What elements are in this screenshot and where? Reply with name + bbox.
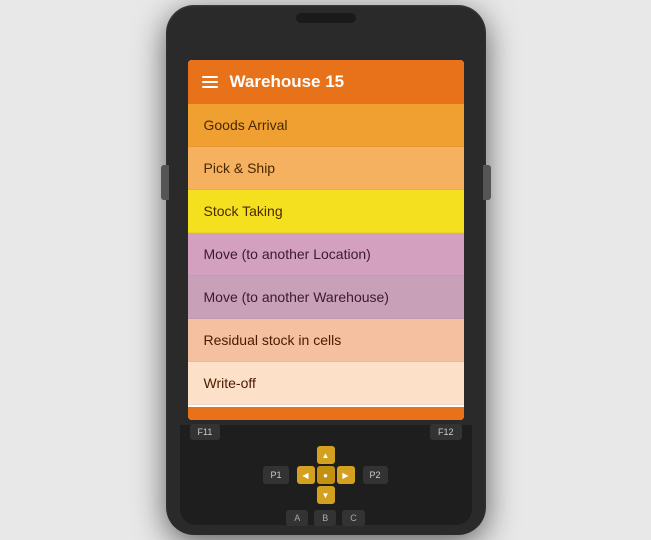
key-f12[interactable]: F12 — [430, 424, 462, 440]
menu-item-residual[interactable]: Residual stock in cells — [188, 319, 464, 362]
keypad-middle: P1 ▲ ◀ ● ▶ ▼ P2 — [263, 446, 387, 504]
key-p2[interactable]: P2 — [363, 466, 388, 484]
side-button-right[interactable] — [483, 165, 491, 200]
keypad-bottom-row: A B C — [286, 510, 365, 526]
dpad: ▲ ◀ ● ▶ ▼ — [297, 446, 355, 504]
menu-item-stock-taking[interactable]: Stock Taking — [188, 190, 464, 233]
server-exchange-button[interactable]: Server exchange — [188, 407, 464, 420]
dpad-left[interactable]: ◀ — [297, 466, 315, 484]
key-b[interactable]: B — [314, 510, 336, 526]
side-button-left[interactable] — [161, 165, 169, 200]
dpad-right[interactable]: ▶ — [337, 466, 355, 484]
keypad: F11 F12 P1 ▲ ◀ ● ▶ ▼ P2 — [180, 425, 472, 525]
dpad-down[interactable]: ▼ — [317, 486, 335, 504]
key-p1[interactable]: P1 — [263, 466, 288, 484]
key-c[interactable]: C — [342, 510, 365, 526]
key-f11[interactable]: F11 — [190, 424, 221, 440]
key-a[interactable]: A — [286, 510, 308, 526]
dpad-center[interactable]: ● — [317, 466, 335, 484]
menu-item-pick-ship[interactable]: Pick & Ship — [188, 147, 464, 190]
device-top-bump — [296, 13, 356, 23]
screen: Warehouse 15 Goods Arrival Pick & Ship S… — [188, 60, 464, 420]
keypad-top-row: F11 F12 — [186, 424, 466, 440]
app-title: Warehouse 15 — [230, 72, 345, 92]
hamburger-menu-icon[interactable] — [202, 76, 218, 88]
menu-item-writeoff[interactable]: Write-off — [188, 362, 464, 405]
device-body: Warehouse 15 Goods Arrival Pick & Ship S… — [166, 5, 486, 535]
app-header: Warehouse 15 — [188, 60, 464, 104]
menu-item-move-warehouse[interactable]: Move (to another Warehouse) — [188, 276, 464, 319]
menu-item-move-location[interactable]: Move (to another Location) — [188, 233, 464, 276]
dpad-up[interactable]: ▲ — [317, 446, 335, 464]
device: Warehouse 15 Goods Arrival Pick & Ship S… — [166, 5, 486, 535]
menu-item-goods-arrival[interactable]: Goods Arrival — [188, 104, 464, 147]
